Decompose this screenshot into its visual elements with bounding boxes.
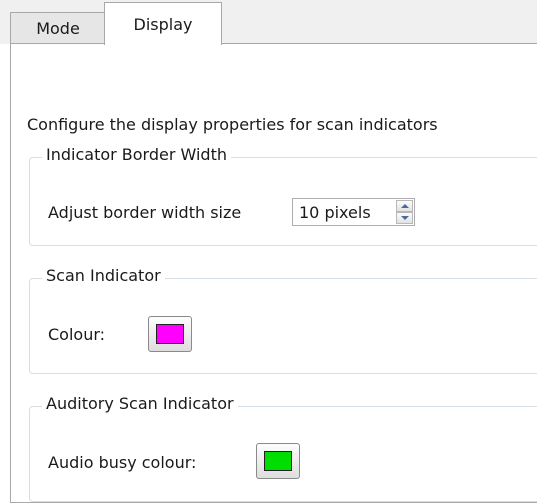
border-width-spinbox[interactable]: 10 pixels	[292, 198, 415, 226]
intro-text: Configure the display properties for sca…	[27, 115, 438, 134]
group-legend: Indicator Border Width	[42, 145, 231, 164]
chevron-down-icon	[400, 216, 409, 220]
audio-busy-colour-button[interactable]	[256, 443, 300, 479]
indicator-border-width-group: Indicator Border Width Adjust border wid…	[29, 145, 537, 246]
tab-display-label: Display	[133, 14, 193, 34]
colour-swatch	[264, 451, 292, 471]
auditory-scan-indicator-group: Auditory Scan Indicator Audio busy colou…	[29, 394, 537, 502]
group-legend: Auditory Scan Indicator	[42, 394, 238, 413]
tab-bar: Mode Display	[0, 0, 537, 45]
spin-buttons	[396, 200, 413, 224]
tab-mode-label: Mode	[36, 19, 80, 38]
scan-indicator-colour-button[interactable]	[148, 316, 192, 352]
chevron-up-icon	[400, 204, 409, 208]
tab-display[interactable]: Display	[104, 2, 222, 45]
audio-busy-colour-label: Audio busy colour:	[48, 453, 197, 472]
spin-down-button[interactable]	[396, 212, 413, 224]
colour-label: Colour:	[48, 325, 106, 344]
colour-swatch	[156, 324, 184, 344]
tab-mode[interactable]: Mode	[10, 12, 106, 44]
border-width-label: Adjust border width size	[48, 203, 242, 222]
border-width-value: 10 pixels	[299, 203, 371, 222]
spin-up-button[interactable]	[396, 200, 413, 212]
group-legend: Scan Indicator	[42, 266, 165, 285]
scan-indicator-group: Scan Indicator Colour:	[29, 266, 537, 374]
